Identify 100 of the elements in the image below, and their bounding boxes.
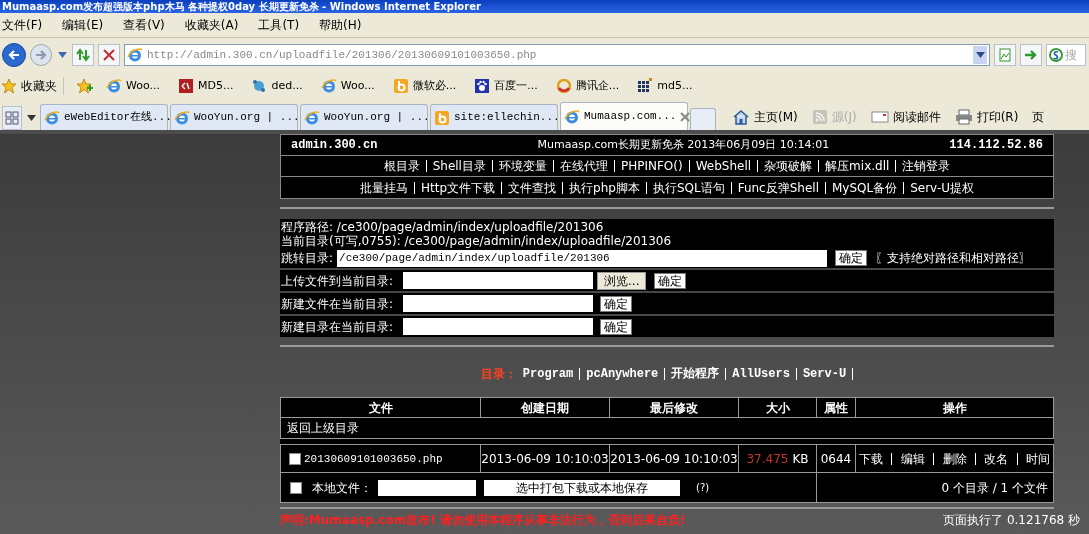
nav-link[interactable]: Serv-U提权: [910, 178, 974, 197]
browser-tab[interactable]: WooYun.org | ...: [300, 104, 428, 130]
toolbar-item[interactable]: 打印(R): [954, 108, 1019, 126]
feed-icon: [811, 109, 828, 125]
nav-link[interactable]: 根目录: [383, 157, 420, 175]
pack-download-button[interactable]: 选中打包下载或本地保存: [484, 479, 680, 496]
browser-tab[interactable]: site:ellechin...: [430, 104, 558, 130]
browser-tab[interactable]: Mumaasp.com...: [560, 102, 688, 130]
paw-icon: [474, 78, 491, 94]
star-add-icon: [76, 78, 94, 94]
menu-item[interactable]: 查看(V): [123, 16, 165, 34]
menu-item[interactable]: 帮助(H): [319, 16, 362, 34]
address-field[interactable]: http://admin.300.cn/uploadfile/201306/20130609101003650.php: [124, 44, 990, 66]
letter-s-icon: [1049, 48, 1063, 62]
nav-link[interactable]: 批量挂马: [360, 178, 408, 197]
nav-link[interactable]: 杂项破解: [764, 157, 813, 175]
nav-link[interactable]: MySQL备份: [831, 178, 898, 197]
nav-link[interactable]: 注销登录: [902, 157, 951, 175]
browser-tab[interactable]: eWebEditor在线...: [40, 104, 168, 130]
nav-link[interactable]: 执行SQL语句: [652, 178, 725, 197]
nav-link[interactable]: 环境变量: [498, 157, 547, 175]
address-dropdown-icon[interactable]: [975, 52, 985, 58]
action-link[interactable]: 改名: [984, 449, 1009, 468]
back-button[interactable]: [2, 43, 26, 67]
globe-e-icon: [174, 109, 190, 126]
menu-item[interactable]: 编辑(E): [62, 16, 104, 34]
nav-link[interactable]: WebShell: [695, 157, 752, 175]
browser-tab[interactable]: WooYun.org | ...: [170, 104, 298, 130]
local-file-input[interactable]: [378, 479, 476, 496]
confirm-button[interactable]: 确定: [600, 295, 632, 312]
ip-address: 114.112.52.86: [949, 137, 1043, 154]
envelope-icon: [870, 110, 889, 124]
browse-button[interactable]: 浏览...: [597, 271, 647, 290]
action-link[interactable]: 下载: [859, 449, 883, 468]
back-icon[interactable]: [7, 48, 21, 62]
quick-tabs-button[interactable]: [2, 106, 22, 130]
path-note: 〖支持绝对路径和相对路径〗: [875, 251, 1032, 265]
nav-link[interactable]: 执行php脚本: [569, 178, 640, 197]
directory-link[interactable]: pcAnywhere: [586, 365, 659, 383]
new-tab-button[interactable]: [690, 108, 716, 130]
directory-link[interactable]: 开始程序: [671, 365, 720, 383]
nav-link[interactable]: 在线代理: [559, 157, 608, 175]
favorite-link[interactable]: md5...: [637, 77, 699, 95]
favorite-link[interactable]: ded...: [251, 77, 309, 95]
action-link[interactable]: 删除: [942, 449, 967, 468]
field-label: 跳转目录:: [281, 251, 334, 265]
menu-item[interactable]: 工具(T): [258, 16, 300, 34]
checkbox[interactable]: [290, 481, 302, 494]
table-cell: 2013-06-09 10:10:03: [480, 444, 610, 473]
favorite-link[interactable]: MD5...: [178, 77, 240, 95]
action-link[interactable]: 时间: [1026, 449, 1050, 468]
directory-link[interactable]: Serv-U: [802, 365, 847, 383]
confirm-button[interactable]: 确定: [654, 272, 687, 289]
favorite-link[interactable]: Woo...: [320, 77, 381, 95]
favorites-button[interactable]: 收藏夹: [1, 77, 64, 95]
nav-link[interactable]: Func反弹Shell: [737, 178, 819, 197]
column-header: 文件: [280, 397, 481, 418]
history-dropdown-icon[interactable]: [57, 52, 67, 58]
checkbox[interactable]: [289, 452, 301, 465]
field-label: 本地文件：: [312, 479, 372, 497]
directory-link[interactable]: Program: [522, 365, 574, 383]
favorite-link[interactable]: 百度一...: [474, 77, 544, 95]
favorite-link[interactable]: 腾讯企...: [555, 77, 626, 95]
toolbar-item[interactable]: 主页(M): [732, 108, 798, 126]
help-link[interactable]: (?): [696, 480, 710, 495]
filename-input[interactable]: [403, 295, 593, 312]
toolbar-item[interactable]: 阅读邮件: [870, 108, 941, 126]
menu-item[interactable]: 文件(F): [2, 16, 43, 34]
dirname-input[interactable]: [403, 318, 593, 335]
star-icon: [1, 78, 17, 94]
file-input[interactable]: [403, 272, 593, 289]
nav-link[interactable]: 解压mix.dll: [825, 157, 890, 175]
nav-link[interactable]: Http文件下载: [421, 178, 496, 197]
confirm-button[interactable]: 确定: [835, 250, 868, 266]
favorite-link[interactable]: 微软必...: [392, 77, 463, 95]
path-input[interactable]: /ce300/page/admin/index/uploadfile/201306: [337, 249, 828, 267]
printer-icon: [954, 109, 973, 125]
tab-list-icon[interactable]: [26, 115, 36, 121]
column-header: 创建日期: [480, 397, 610, 418]
nav-link[interactable]: Shell目录: [432, 157, 486, 175]
action-link[interactable]: 编辑: [900, 449, 925, 468]
confirm-button[interactable]: 确定: [600, 318, 632, 335]
toolbar-item[interactable]: 页: [1032, 108, 1045, 126]
directory-label: 目录：: [480, 366, 517, 383]
favorite-link[interactable]: Woo...: [106, 77, 166, 95]
globe-e-icon: [304, 109, 320, 126]
code-tag-icon: [178, 78, 194, 94]
letter-b-icon: [434, 109, 450, 126]
size-unit: KB: [792, 451, 809, 466]
nav-link[interactable]: PHPINFO(): [620, 157, 683, 175]
table-cell: 0644: [816, 444, 856, 473]
directory-link[interactable]: AllUsers: [732, 365, 790, 383]
execution-time: 页面执行了 0.121768 秒: [943, 513, 1080, 527]
column-header: 最后修改: [609, 397, 739, 418]
nav-link[interactable]: 文件查找: [508, 178, 557, 197]
menu-item[interactable]: 收藏夹(A): [184, 16, 239, 34]
quick-tabs-icon[interactable]: [5, 111, 19, 125]
address-dropdown-button[interactable]: [973, 46, 987, 64]
parent-directory-link[interactable]: 返回上级目录: [287, 421, 359, 435]
window-title: Mumaasp.com发布超强版本php木马 各种提权0day 长期更新免杀 - Windows Internet Explorer: [2, 0, 481, 13]
